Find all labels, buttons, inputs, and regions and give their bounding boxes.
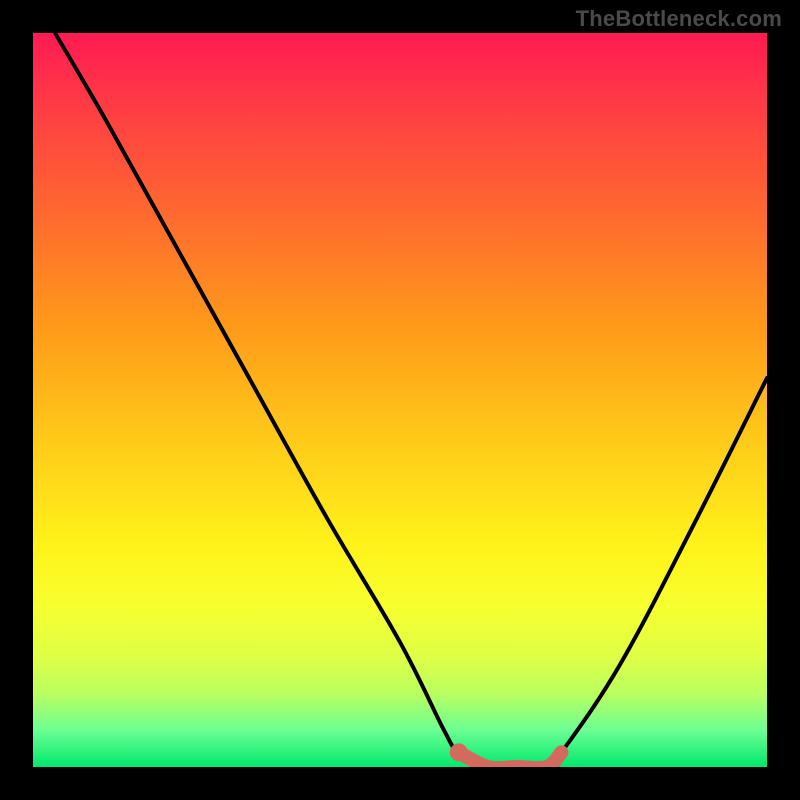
optimal-start-marker — [450, 743, 468, 761]
chart-svg — [33, 33, 767, 767]
plot-area — [33, 33, 767, 767]
watermark-text: TheBottleneck.com — [576, 6, 782, 32]
optimal-band — [459, 752, 562, 767]
bottleneck-curve — [55, 33, 767, 767]
chart-container: TheBottleneck.com — [0, 0, 800, 800]
